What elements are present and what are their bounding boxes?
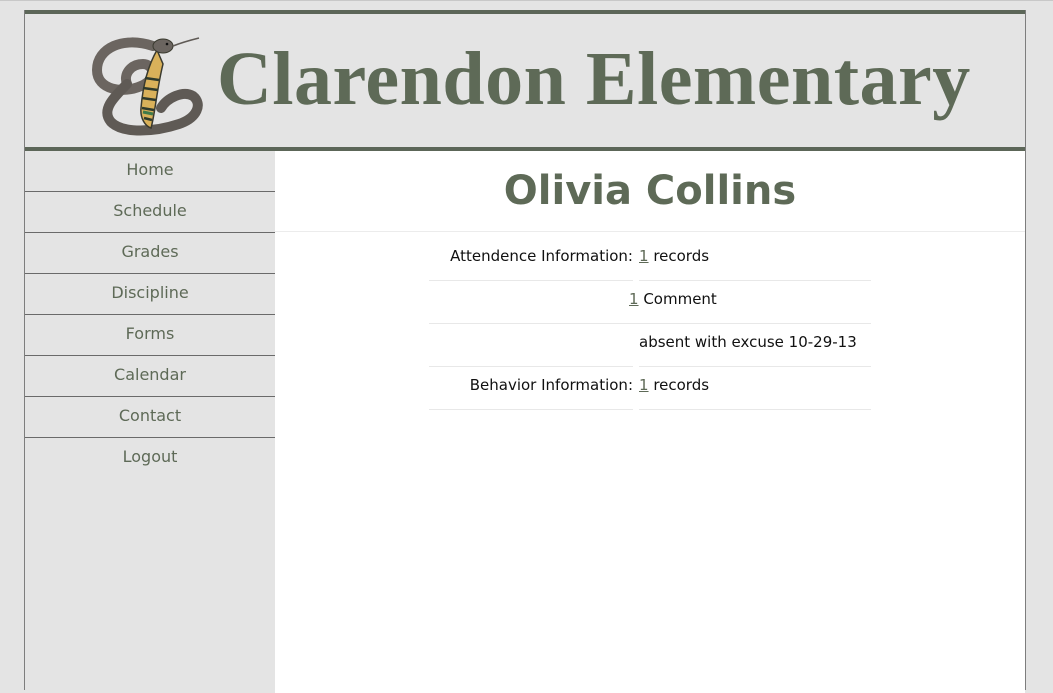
sidebar-item-contact[interactable]: Contact <box>25 397 275 438</box>
table-row: Behavior Information: 1 records <box>429 366 871 410</box>
student-name-heading: Olivia Collins <box>503 168 797 214</box>
attendance-count-link[interactable]: 1 <box>639 247 649 265</box>
attendance-value: 1 records <box>639 237 871 281</box>
site-title: Clarendon Elementary <box>217 37 971 121</box>
sidebar-item-home[interactable]: Home <box>25 151 275 192</box>
site-header: Clarendon Elementary <box>25 10 1025 151</box>
comment-count-link[interactable]: 1 <box>629 290 639 308</box>
sidebar-item-schedule[interactable]: Schedule <box>25 192 275 233</box>
table-row: Attendence Information: 1 records <box>429 237 871 281</box>
heading-divider <box>275 231 1025 232</box>
cobra-snake-logo-icon <box>91 37 203 136</box>
sidebar-item-grades[interactable]: Grades <box>25 233 275 274</box>
attendance-label: Attendence Information: <box>429 237 633 281</box>
attendance-suffix: records <box>648 247 710 265</box>
student-info-table: Attendence Information: 1 records 1 Comm… <box>429 237 871 410</box>
behavior-value: 1 records <box>639 366 871 410</box>
behavior-suffix: records <box>648 376 710 394</box>
window-top-edge <box>0 0 1053 1</box>
table-row: 1 Comment <box>429 280 871 324</box>
sidebar-item-discipline[interactable]: Discipline <box>25 274 275 315</box>
main-content: Olivia Collins Attendence Information: 1… <box>275 151 1025 693</box>
sidebar-nav: Home Schedule Grades Discipline Forms Ca… <box>25 151 275 693</box>
empty-label <box>429 280 633 324</box>
empty-label <box>429 323 633 367</box>
table-row: absent with excuse 10-29-13 <box>429 323 871 367</box>
sidebar-item-forms[interactable]: Forms <box>25 315 275 356</box>
sidebar-item-calendar[interactable]: Calendar <box>25 356 275 397</box>
comment-value: 1 Comment <box>629 280 871 324</box>
comment-text: absent with excuse 10-29-13 <box>639 323 871 367</box>
comment-body: absent with excuse 10-29-13 <box>639 333 857 351</box>
comment-suffix: Comment <box>638 290 717 308</box>
behavior-count-link[interactable]: 1 <box>639 376 649 394</box>
behavior-label: Behavior Information: <box>429 366 633 410</box>
sidebar-item-logout[interactable]: Logout <box>25 438 275 478</box>
page-frame: Clarendon Elementary Home Schedule Grade… <box>24 10 1026 693</box>
